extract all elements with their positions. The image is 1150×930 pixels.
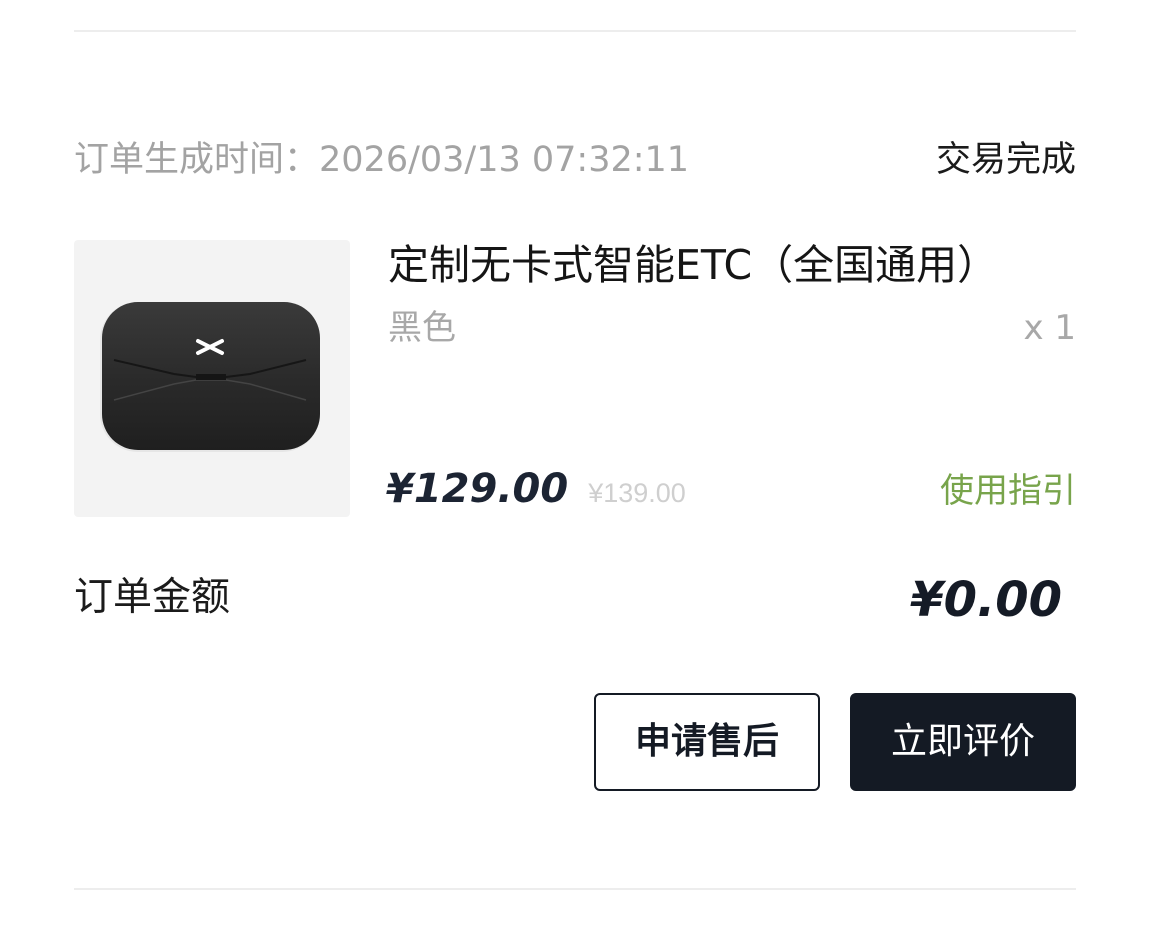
- order-total-value: ¥0.00: [910, 572, 1062, 628]
- review-button[interactable]: 立即评价: [850, 693, 1076, 791]
- etc-device-image: [100, 302, 320, 452]
- usage-guide-link[interactable]: 使用指引: [940, 468, 1076, 514]
- product-quantity: x 1: [1023, 308, 1076, 348]
- order-created-time: 订单生成时间：2026/03/13 07:32:11: [74, 132, 689, 188]
- order-time-value: 2026/03/13 07:32:11: [319, 140, 690, 180]
- product-price: ¥129.00: [386, 466, 569, 512]
- order-header: 订单生成时间：2026/03/13 07:32:11 交易完成: [74, 132, 1076, 192]
- price-row: ¥129.00 ¥139.00: [386, 466, 686, 526]
- order-total-row: 订单金额 ¥0.00: [74, 570, 1076, 630]
- after-sale-button[interactable]: 申请售后: [594, 693, 820, 791]
- order-time-label: 订单生成时间：: [74, 140, 320, 180]
- product-variant: 黑色: [388, 308, 456, 348]
- product-thumbnail[interactable]: [74, 240, 350, 517]
- bottom-divider: [74, 888, 1076, 890]
- top-divider: [74, 30, 1076, 32]
- product-original-price: ¥139.00: [588, 478, 686, 508]
- order-total-label: 订单金额: [74, 575, 231, 620]
- order-card-page: 订单生成时间：2026/03/13 07:32:11 交易完成 定制无卡式智能E…: [0, 0, 1150, 930]
- product-item[interactable]: 定制无卡式智能ETC（全国通用） 黑色 x 1 ¥129.00 ¥139.00 使…: [74, 240, 1076, 517]
- order-status: 交易完成: [935, 140, 1076, 180]
- product-name[interactable]: 定制无卡式智能ETC（全国通用）: [388, 240, 998, 290]
